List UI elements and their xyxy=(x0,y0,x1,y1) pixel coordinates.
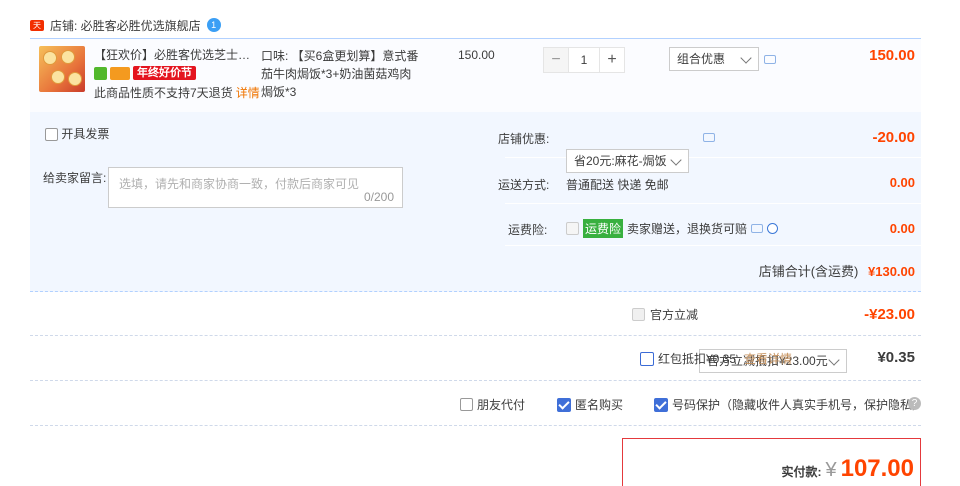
wangwang-chat-icon[interactable]: 1 xyxy=(206,18,221,32)
pay-label: 实付款: xyxy=(781,465,822,479)
message-label: 给卖家留言: xyxy=(43,171,107,185)
product-title[interactable]: 【狂欢价】必胜客优选芝士焗饭... xyxy=(94,47,256,63)
privacy-option[interactable]: 号码保护（隐藏收件人真实手机号，保护隐私） xyxy=(654,396,924,413)
increase-button[interactable]: + xyxy=(599,47,625,73)
promo-badge: 年终好价节 xyxy=(133,66,196,80)
anonymous-checkbox[interactable] xyxy=(557,397,571,412)
shop-coupon-label: 店铺优惠: xyxy=(498,132,550,146)
help-icon[interactable]: ? xyxy=(908,397,921,410)
insurance-checkbox xyxy=(566,222,579,235)
help-icon[interactable] xyxy=(767,223,779,234)
pay-amount: 107.00 xyxy=(840,455,914,482)
message-textarea[interactable]: 选填，请先和商家协商一致，付款后商家可见 0/200 xyxy=(108,167,403,208)
payment-total: 实付款: ¥ 107.00 xyxy=(781,455,914,483)
credit-card-icon xyxy=(110,66,130,80)
insurance-amount: 0.00 xyxy=(889,221,915,236)
decrease-button[interactable]: − xyxy=(543,47,569,73)
redpacket-detail-link[interactable]: 查看详情 xyxy=(744,350,792,367)
privacy-checkbox[interactable] xyxy=(654,397,668,412)
unit-price: 150.00 xyxy=(458,48,495,62)
quantity-stepper: − 1 + xyxy=(543,47,625,73)
privacy-label: 号码保护（隐藏收件人真实手机号，保护隐私） xyxy=(672,398,925,412)
shop-total-label: 店铺合计(含运费) xyxy=(758,264,859,279)
no-return-notice: 此商品性质不支持7天退货 详情 xyxy=(94,85,260,101)
detail-link[interactable]: 详情 xyxy=(236,86,260,100)
shop-total-amount: ¥130.00 xyxy=(868,264,915,279)
invoice-checkbox[interactable] xyxy=(45,128,58,142)
char-count: 0/200 xyxy=(363,190,394,204)
shipping-amount: 0.00 xyxy=(889,175,915,190)
redpacket-label: 红包抵扣¥0.35 xyxy=(658,352,737,366)
redpacket-option[interactable]: 红包抵扣¥0.35 查看详情 xyxy=(640,350,792,367)
product-thumbnail[interactable] xyxy=(39,46,85,92)
item-subtotal: 150.00 xyxy=(869,47,915,64)
quantity-input[interactable]: 1 xyxy=(569,47,599,73)
shop-name[interactable]: 店铺: 必胜客必胜优选旗舰店 xyxy=(50,17,201,34)
friend-pay-checkbox[interactable] xyxy=(460,398,473,411)
product-badges: 年终好价节 xyxy=(94,66,196,80)
redpacket-amount: ¥0.35 xyxy=(877,349,915,366)
pay-currency: ¥ xyxy=(825,459,837,481)
invoice-label: 开具发票 xyxy=(61,127,110,141)
payment-box: 实付款: ¥ 107.00 xyxy=(622,438,921,486)
shipping-label: 运送方式: xyxy=(498,178,550,192)
comment-icon[interactable] xyxy=(764,55,776,64)
shop-coupon-select[interactable]: 省20元:麻花-焗饭 xyxy=(566,149,689,173)
insurance-row: 运费险 卖家赠送，退换货可赔 xyxy=(566,219,779,238)
invoice-option[interactable]: 开具发票 xyxy=(45,125,109,142)
no-return-text: 此商品性质不支持7天退货 xyxy=(94,86,233,100)
insurance-tag: 运费险 xyxy=(583,219,624,238)
message-placeholder: 选填，请先和商家协商一致，付款后商家可见 xyxy=(119,177,360,191)
insurance-label: 运费险: xyxy=(508,223,548,237)
comment-icon[interactable] xyxy=(703,133,715,142)
shop-header: 天猫 店铺: 必胜客必胜优选旗舰店 1 xyxy=(30,14,930,41)
redpacket-checkbox[interactable] xyxy=(640,351,654,366)
official-label: 官方立减 xyxy=(650,308,699,322)
anonymous-option[interactable]: 匿名购买 xyxy=(557,396,623,413)
shop-coupon-amount: -20.00 xyxy=(872,129,915,146)
promo-select[interactable]: 组合优惠 xyxy=(669,47,759,71)
tmall-icon: 天猫 xyxy=(30,19,44,41)
guarantee-icon xyxy=(94,66,107,80)
shop-total: 店铺合计(含运费) ¥130.00 xyxy=(620,261,915,280)
comment-icon[interactable] xyxy=(751,224,764,233)
official-checkbox xyxy=(632,308,645,321)
official-discount: 官方立减 xyxy=(632,306,698,323)
sku-info: 口味: 【买6盒更划算】意式番茄牛肉焗饭*3+奶油菌菇鸡肉焗饭*3 xyxy=(261,49,419,99)
official-amount: -¥23.00 xyxy=(864,306,915,323)
friend-pay-label: 朋友代付 xyxy=(477,398,526,412)
anonymous-label: 匿名购买 xyxy=(575,398,624,412)
shipping-value: 普通配送 快递 免邮 xyxy=(566,178,669,192)
friend-pay-option[interactable]: 朋友代付 xyxy=(460,396,525,413)
insurance-value: 卖家赠送，退换货可赔 xyxy=(627,222,748,236)
